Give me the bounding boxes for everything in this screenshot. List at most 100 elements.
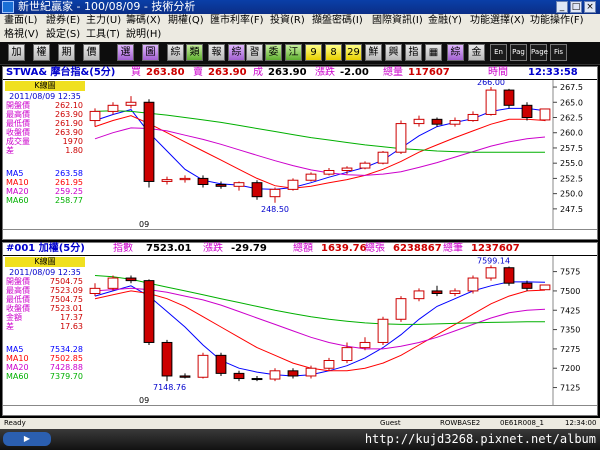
- info-label: 差: [6, 322, 14, 331]
- index-header: #001 加權(5分) 指數 7523.01 漲跌 -29.79 總額 1639…: [3, 243, 597, 255]
- candle-body: [143, 280, 155, 343]
- taskbar: ▶ http://kujd3268.pixnet.net/album: [0, 429, 600, 450]
- menu-screen[interactable]: 畫面(L): [4, 14, 37, 28]
- candle-body: [161, 179, 173, 182]
- info-date: 2011/08/09 12:35: [9, 92, 81, 101]
- info-value: 7523.01: [49, 304, 83, 313]
- total-vol-value: 6238867: [393, 243, 442, 254]
- toolbar-button[interactable]: 綜: [167, 44, 184, 61]
- menu-main-force[interactable]: 主力(U): [86, 14, 121, 28]
- ma-label: MA5: [6, 345, 24, 354]
- toolbar-button[interactable]: 綜: [447, 44, 464, 61]
- toolbar-button[interactable]: 9: [305, 44, 322, 61]
- toolbar-button[interactable]: 江: [285, 44, 302, 61]
- toolbar-button[interactable]: 報: [208, 44, 225, 61]
- info-label: 最高價: [6, 286, 30, 295]
- candle-body: [197, 177, 209, 185]
- candle-body: [251, 378, 263, 381]
- high-price-label: 7599.14: [477, 256, 510, 265]
- toolbar-button[interactable]: 價: [83, 44, 100, 61]
- ma-value: 7534.28: [49, 345, 83, 354]
- toolbar-button[interactable]: 鮮: [365, 44, 382, 61]
- info-value: 17.37: [60, 313, 83, 322]
- y-tick-label: 7275: [560, 345, 580, 354]
- minimize-icon[interactable]: _: [556, 1, 568, 13]
- menu-view[interactable]: 格視(V): [4, 28, 39, 42]
- index-candlestick-chart[interactable]: 7575 7500 7425 7350 7275 7200 7125 7599.14 7148.…: [3, 256, 597, 405]
- menu-futures[interactable]: 期權(Q): [168, 14, 204, 28]
- volume-value: 117607: [408, 67, 450, 78]
- toolbar-button[interactable]: 綜: [228, 44, 245, 61]
- menu-finance[interactable]: 金融(Y): [428, 14, 462, 28]
- y-tick-label: 7200: [560, 364, 580, 373]
- menu-function-select[interactable]: 功能選擇(X): [470, 14, 525, 28]
- toolbar-button[interactable]: Pag: [510, 44, 527, 61]
- info-value: 7504.75: [49, 295, 83, 304]
- maximize-icon[interactable]: □: [570, 1, 582, 13]
- y-tick-label: 267.5: [560, 83, 583, 92]
- y-tick-label: 7575: [560, 268, 580, 277]
- candle-body: [431, 118, 443, 125]
- candle-body: [179, 177, 191, 181]
- toolbar-button[interactable]: 期: [58, 44, 75, 61]
- toolbar-button[interactable]: 選: [117, 44, 134, 61]
- status-server: ROWBASE2: [440, 419, 481, 427]
- candle-body: [287, 370, 299, 377]
- status-clock: 12:34:00: [565, 419, 597, 427]
- ma-value: 7379.70: [49, 372, 83, 381]
- menu-help[interactable]: 說明(H): [126, 28, 161, 42]
- toolbar-button[interactable]: 興: [385, 44, 402, 61]
- toolbar-button[interactable]: Fis: [550, 44, 567, 61]
- amount-label: 總額: [293, 243, 313, 254]
- status-bar: Ready Guest ROWBASE2 0E61R008_1 12:34:00: [0, 418, 600, 429]
- ma-value: 7428.88: [49, 363, 83, 372]
- toolbar-button[interactable]: 類: [186, 44, 203, 61]
- toolbar-button[interactable]: 權: [33, 44, 50, 61]
- candle-body: [215, 354, 227, 374]
- menu-fx-rates[interactable]: 匯市利率(F): [210, 14, 264, 28]
- toolbar-button[interactable]: ▦: [425, 44, 442, 61]
- candle-body: [521, 104, 533, 118]
- menu-intl-info[interactable]: 國際資訊(I): [372, 14, 423, 28]
- menu-password[interactable]: 擷盤密碼(I): [312, 14, 363, 28]
- app-icon[interactable]: [2, 1, 14, 13]
- start-button[interactable]: ▶: [3, 432, 51, 446]
- info-value: 7523.09: [49, 286, 83, 295]
- toolbar-button[interactable]: 委: [265, 44, 282, 61]
- futures-candlestick-chart[interactable]: 267.5 265.0 262.5 260.0 257.5 255.0 252.5 250.0…: [3, 80, 597, 229]
- info-value: 262.10: [55, 101, 83, 110]
- ma-label: MA20: [6, 187, 29, 196]
- toolbar-button[interactable]: Page: [530, 44, 548, 61]
- index-change-label: 漲跌: [203, 243, 223, 254]
- y-tick-label: 255.0: [560, 159, 583, 168]
- toolbar-button[interactable]: 指: [405, 44, 422, 61]
- toolbar-button[interactable]: 8: [325, 44, 342, 61]
- index-label: 指數: [113, 243, 133, 254]
- close-icon[interactable]: ×: [584, 1, 596, 13]
- toolbar-button[interactable]: 加: [8, 44, 25, 61]
- menu-function-ops[interactable]: 功能操作(F): [530, 14, 584, 28]
- info-label: 開盤價: [6, 277, 30, 286]
- toolbar-button[interactable]: 圖: [142, 44, 159, 61]
- info-label: 成交量: [6, 137, 30, 146]
- ma-label: MA10: [6, 354, 29, 363]
- sell-label: 賣: [193, 67, 203, 78]
- candle-body: [467, 277, 479, 292]
- watermark-url: http://kujd3268.pixnet.net/album: [364, 432, 596, 446]
- menu-chips[interactable]: 籌碼(X): [126, 14, 161, 28]
- toolbar-button[interactable]: 29: [345, 44, 362, 61]
- menu-invest[interactable]: 投資(R): [270, 14, 305, 28]
- toolbar-button[interactable]: En: [490, 44, 507, 61]
- menu-tools[interactable]: 工具(T): [86, 28, 120, 42]
- info-label: 最低價: [6, 295, 30, 304]
- index-value: 7523.01: [146, 243, 192, 254]
- y-tick-label: 7500: [560, 287, 580, 296]
- toolbar-button[interactable]: 習: [246, 44, 263, 61]
- info-value: 263.90: [55, 128, 83, 137]
- menu-securities[interactable]: 證券(E): [46, 14, 80, 28]
- y-tick-label: 257.5: [560, 144, 583, 153]
- info-value: 261.90: [55, 119, 83, 128]
- menu-settings[interactable]: 設定(S): [46, 28, 80, 42]
- title-bar: 新世紀贏家 - 100/08/09 - 技術分析 _ □ ×: [0, 0, 600, 14]
- toolbar-button[interactable]: 金: [468, 44, 485, 61]
